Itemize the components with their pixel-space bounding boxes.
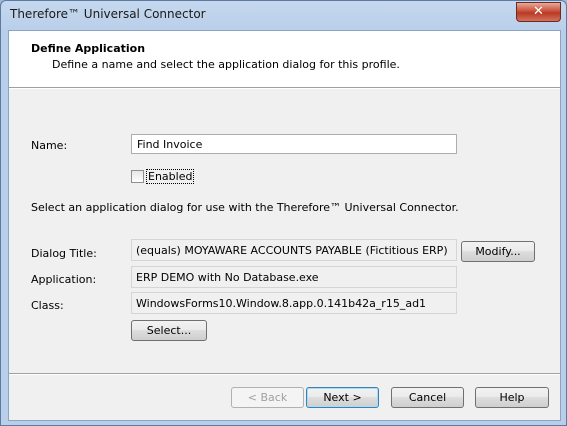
window-title: Therefore™ Universal Connector: [10, 7, 206, 21]
close-button[interactable]: ✕: [516, 2, 561, 22]
footer-divider: [9, 373, 560, 375]
header-divider: [9, 87, 560, 89]
class-value: WindowsForms10.Window.8.app.0.141b42a_r1…: [131, 292, 457, 314]
page-subtitle: Define a name and select the application…: [52, 58, 400, 71]
title-bar[interactable]: Therefore™ Universal Connector ✕: [1, 1, 566, 29]
close-icon: ✕: [533, 4, 544, 19]
wizard-window: Therefore™ Universal Connector ✕ Define …: [0, 0, 567, 426]
next-button[interactable]: Next >: [306, 387, 379, 408]
application-label: Application:: [31, 273, 97, 286]
wizard-header: Define Application Define a name and sel…: [9, 31, 560, 87]
enabled-checkbox[interactable]: [131, 170, 144, 183]
enabled-label[interactable]: Enabled: [146, 169, 195, 184]
cancel-button[interactable]: Cancel: [391, 387, 464, 408]
name-input[interactable]: Find Invoice: [131, 134, 457, 154]
name-label: Name:: [31, 139, 68, 152]
dialog-title-label: Dialog Title:: [31, 247, 97, 260]
wizard-client-area: Define Application Define a name and sel…: [8, 30, 561, 421]
back-button[interactable]: < Back: [231, 387, 304, 408]
instruction-text: Select an application dialog for use wit…: [31, 201, 459, 214]
help-button[interactable]: Help: [475, 387, 549, 408]
dialog-title-value: (equals) MOYAWARE ACCOUNTS PAYABLE (Fict…: [131, 239, 457, 261]
application-value: ERP DEMO with No Database.exe: [131, 266, 457, 288]
page-title: Define Application: [31, 42, 146, 55]
class-label: Class:: [31, 299, 64, 312]
modify-button[interactable]: Modify...: [461, 241, 535, 262]
select-button[interactable]: Select...: [131, 320, 207, 341]
